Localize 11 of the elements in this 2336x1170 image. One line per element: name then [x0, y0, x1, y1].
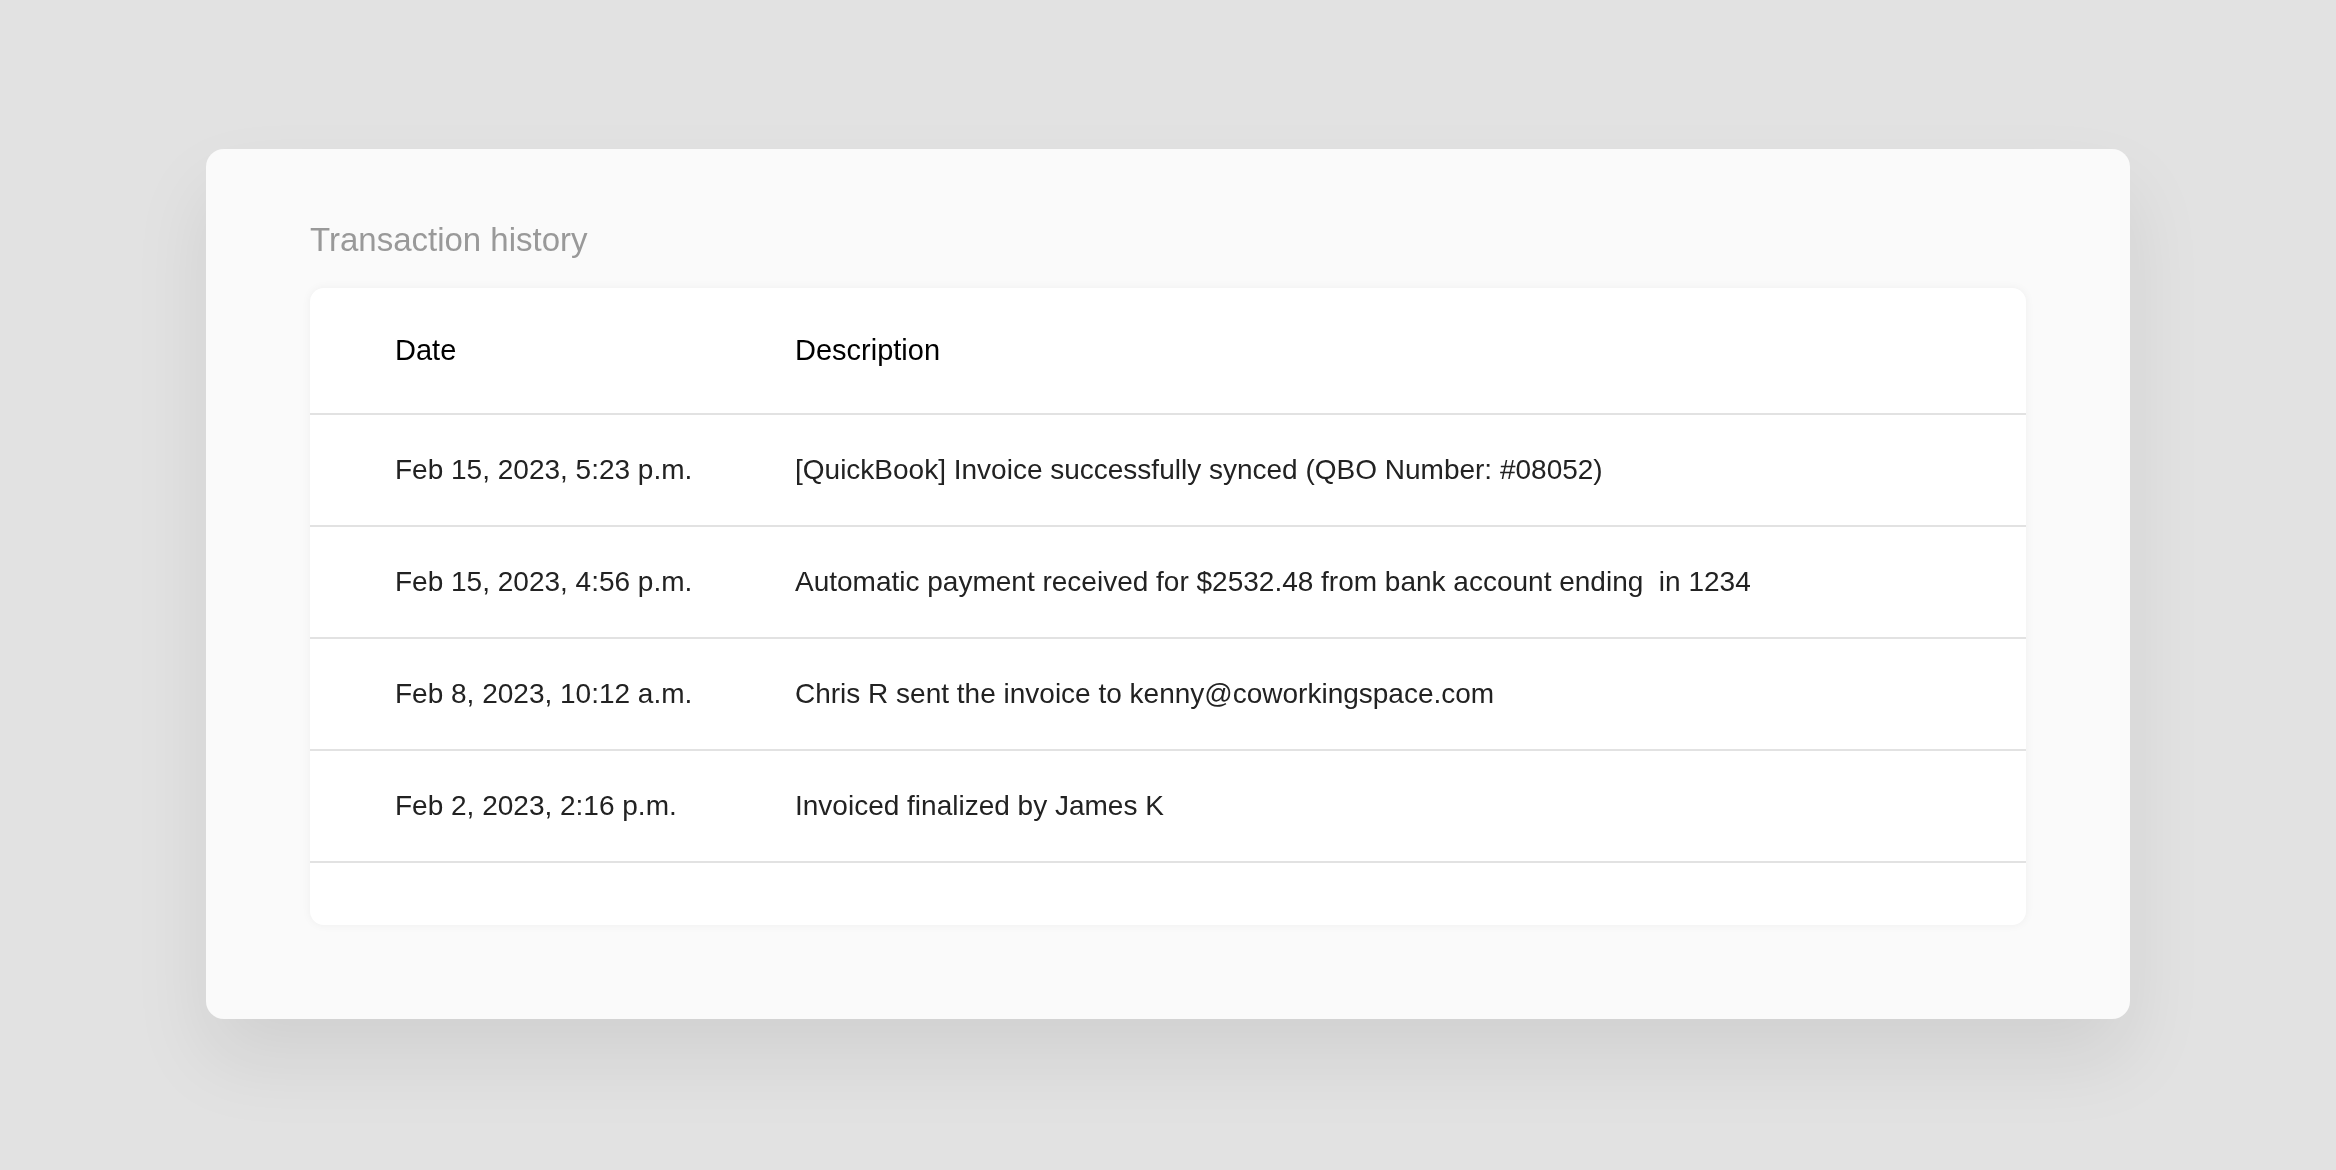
table-cell-text: [QuickBook] Invoice successfully synced (QBO Number: #08052): [795, 454, 1604, 486]
table-cell-text: Invoiced finalized by James K: [795, 790, 1165, 822]
table-cell-text: Feb 2, 2023, 2:16 p.m.: [394, 790, 678, 822]
table-cell-text: Feb 15, 2023, 4:56 p.m.: [394, 566, 694, 598]
table-cell-text: Feb 8, 2023, 10:12 a.m.: [394, 678, 694, 710]
section-title: Transaction history: [310, 220, 589, 260]
table-cell-text: Feb 15, 2023, 5:23 p.m.: [394, 454, 694, 486]
table-cell-text: Automatic payment received for $2532.48 from bank account ending in 1234: [795, 566, 1752, 598]
column-header: Date: [394, 334, 458, 367]
table-cell-text: Chris R sent the invoice to kenny@coworkingspace.com: [795, 678, 1496, 710]
column-header: Description: [795, 334, 942, 367]
